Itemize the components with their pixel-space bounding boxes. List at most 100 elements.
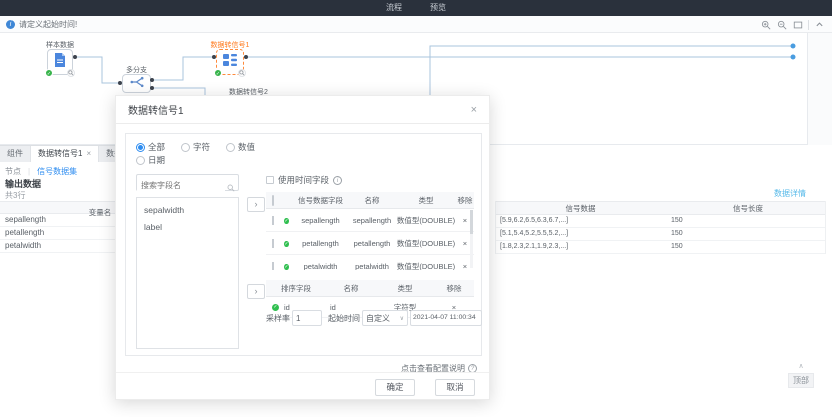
- transfer-sort-field-button[interactable]: ›: [247, 284, 265, 299]
- chevron-down-icon: ∨: [400, 315, 404, 322]
- tab-data-to-signal-1[interactable]: 数据转信号1 ×: [31, 146, 99, 162]
- collapse-panel-icon[interactable]: [814, 19, 825, 30]
- subtab-node[interactable]: 节点: [5, 166, 21, 177]
- table-scrollbar[interactable]: [470, 210, 473, 268]
- output-port[interactable]: [150, 86, 154, 90]
- toolbar-divider: [808, 20, 809, 30]
- table-row[interactable]: [5.9,6.2,6.5,6.3,6.7,...] 150: [496, 215, 825, 228]
- type-cell: 数值型(DOUBLE): [396, 215, 456, 226]
- close-tab-icon[interactable]: ×: [86, 149, 91, 158]
- type-column-header: 类型: [396, 195, 456, 206]
- top-tab-flow[interactable]: 流程: [386, 0, 402, 16]
- node-multi-branch[interactable]: 多分支: [122, 74, 151, 93]
- sort-field-column-header: 排序字段: [266, 283, 326, 294]
- close-icon[interactable]: ×: [471, 104, 477, 116]
- select-all-checkbox[interactable]: [272, 195, 274, 206]
- table-row[interactable]: [5.1,5.4,5.2,5.5,5.2,...] 150: [496, 228, 825, 241]
- subtab-signal-dataset[interactable]: 信号数据集: [37, 166, 77, 177]
- status-cell: ✓: [280, 238, 293, 248]
- branch-icon: [130, 75, 144, 93]
- signal-length-column-header: 信号长度: [661, 202, 825, 214]
- data-detail-link[interactable]: 数据详情: [774, 188, 806, 199]
- row-checkbox[interactable]: [272, 216, 274, 225]
- output-port[interactable]: [73, 55, 77, 59]
- start-time-mode-select[interactable]: 自定义∨: [362, 310, 408, 326]
- tab-label: 数据转信号1: [38, 149, 82, 158]
- input-port[interactable]: [212, 55, 216, 59]
- type-cell: 数值型(DOUBLE): [396, 238, 456, 249]
- magnifier-badge-icon[interactable]: [67, 69, 75, 77]
- search-input[interactable]: [137, 178, 225, 193]
- tab-components[interactable]: 组件: [0, 146, 31, 162]
- type-cell: 数值型(DOUBLE): [396, 261, 456, 271]
- scrollbar-thumb[interactable]: [470, 210, 473, 234]
- name-cell: petallength: [348, 239, 396, 248]
- type-filter-radios-row1: 全部 字符 数值: [136, 141, 255, 153]
- use-time-field-checkbox-row: 使用时间字段 i: [266, 174, 342, 186]
- sample-rate-label: 采样率: [266, 313, 290, 324]
- type-filter-radios-row2: 日期: [136, 154, 165, 166]
- list-item[interactable]: label: [137, 215, 238, 232]
- back-to-top-label: 顶部: [788, 373, 814, 388]
- field-column-header: 信号数据字段: [293, 195, 348, 206]
- top-tab-preview[interactable]: 预览: [430, 0, 446, 16]
- zoom-out-icon[interactable]: [776, 19, 787, 30]
- row-select-cell: [266, 239, 280, 248]
- node-label: 数据转信号1: [211, 40, 250, 50]
- use-time-checkbox[interactable]: [266, 176, 274, 184]
- confirm-button[interactable]: 确定: [375, 379, 415, 396]
- signal-data-table: 信号数据 信号长度 [5.9,6.2,6.5,6.3,6.7,...] 150 …: [495, 201, 826, 254]
- row-select-cell: [266, 262, 280, 271]
- radio-all[interactable]: 全部: [136, 141, 165, 153]
- sample-rate-input[interactable]: [292, 310, 322, 326]
- name-cell: sepallength: [348, 216, 396, 225]
- document-icon: [54, 53, 66, 72]
- cancel-button[interactable]: 取消: [435, 379, 475, 396]
- select-all-cell: [266, 196, 280, 205]
- radio-numeric[interactable]: 数值: [226, 141, 255, 153]
- signal-length-cell: 150: [661, 228, 825, 240]
- dialog-header: 数据转信号1 ×: [116, 96, 489, 124]
- input-port[interactable]: [118, 81, 122, 85]
- magnifier-badge-icon[interactable]: [238, 69, 246, 77]
- name-column-header: 名称: [348, 195, 396, 206]
- table-row[interactable]: [1.8,2.3,2.1,1.9,2.3,...] 150: [496, 241, 825, 254]
- row-count-text: 共3行: [5, 190, 25, 201]
- output-port[interactable]: [244, 55, 248, 59]
- radio-date[interactable]: 日期: [136, 154, 165, 166]
- zoom-in-icon[interactable]: [760, 19, 771, 30]
- signal-length-cell: 150: [661, 215, 825, 227]
- result-subtabs: 节点 | 信号数据集: [5, 166, 77, 177]
- radio-icon: [136, 143, 145, 152]
- fit-view-icon[interactable]: [792, 19, 803, 30]
- radio-string[interactable]: 字符: [181, 141, 210, 153]
- node-data-to-signal-1[interactable]: 数据转信号1 ✓: [216, 49, 244, 75]
- status-ok-icon: ✓: [284, 218, 288, 224]
- radio-icon: [226, 143, 235, 152]
- status-ok-icon: ✓: [284, 264, 288, 270]
- top-menu-bar: 流程 预览: [0, 0, 832, 16]
- field-row: ✓ sepallength sepallength 数值型(DOUBLE) ×: [266, 209, 474, 232]
- output-port[interactable]: [150, 78, 154, 82]
- radio-label: 日期: [148, 154, 165, 166]
- info-icon: i: [6, 20, 15, 29]
- app-root: 流程 预览 i 请定义起始时间! 样本数据: [0, 0, 832, 417]
- row-checkbox[interactable]: [272, 239, 274, 248]
- info-icon[interactable]: i: [333, 176, 342, 185]
- node-sample-data[interactable]: 样本数据 ✓: [47, 49, 73, 75]
- success-badge-icon: ✓: [214, 69, 222, 77]
- success-badge-icon: ✓: [45, 69, 53, 77]
- radio-label: 全部: [148, 141, 165, 153]
- start-time-datetime-input[interactable]: 2021-04-07 11:00:34: [410, 310, 482, 326]
- field-row: ✓ petallength petallength 数值型(DOUBLE) ×: [266, 232, 474, 255]
- type-column-header: 类型: [376, 283, 434, 294]
- list-item[interactable]: sepalwidth: [137, 198, 238, 215]
- chevron-up-icon: ∧: [788, 362, 814, 371]
- transfer-fields-button[interactable]: ›: [247, 197, 265, 212]
- back-to-top-button[interactable]: ∧ 顶部: [788, 362, 814, 388]
- signal-length-cell: 150: [661, 241, 825, 253]
- radio-label: 字符: [193, 141, 210, 153]
- field-cell: sepallength: [293, 216, 348, 225]
- row-checkbox[interactable]: [272, 262, 274, 271]
- notice-bar: i 请定义起始时间!: [0, 16, 832, 33]
